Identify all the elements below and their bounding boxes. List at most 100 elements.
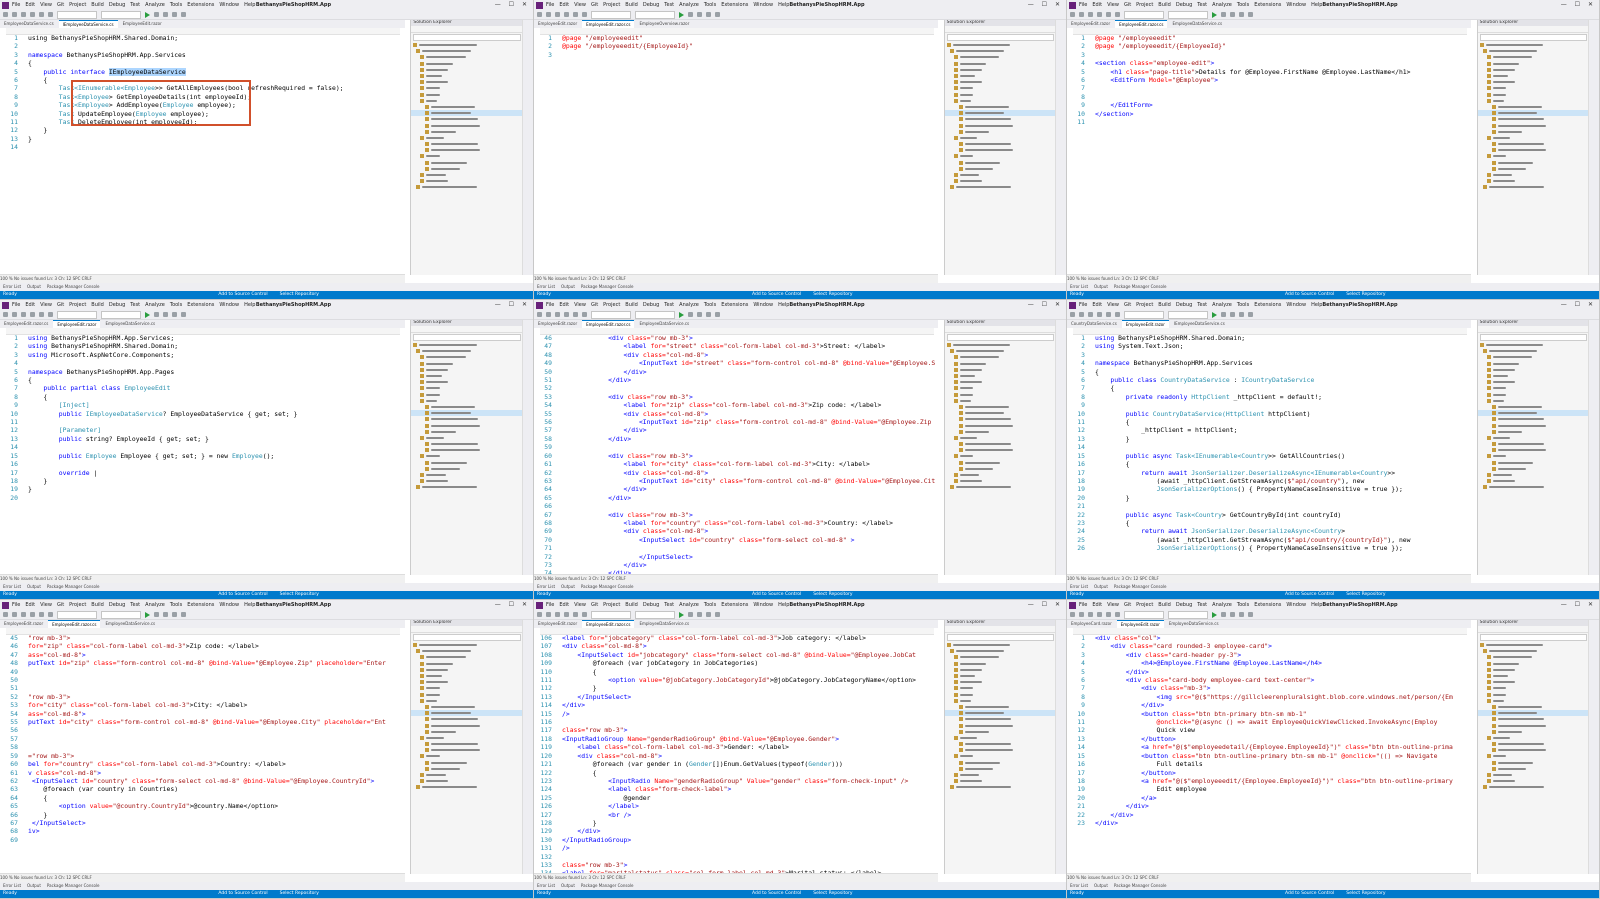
menu-build[interactable]: Build [625,602,638,608]
output-tab[interactable]: Error List [1070,584,1088,589]
select-repository[interactable]: Select Repository [1346,592,1385,597]
solution-explorer-search[interactable] [1479,634,1587,641]
menu-build[interactable]: Build [91,602,104,608]
select-repository[interactable]: Select Repository [280,592,319,597]
menu-build[interactable]: Build [1158,602,1171,608]
menu-git[interactable]: Git [591,2,598,8]
output-tab[interactable]: Error List [3,284,21,289]
toolbar-button-icon[interactable] [1248,612,1253,617]
menu-help[interactable]: Help [244,2,255,8]
toolbar-button-icon[interactable] [48,12,53,17]
menu-window[interactable]: Window [1286,602,1306,608]
menu-analyze[interactable]: Analyze [145,2,165,8]
platform-combo[interactable] [635,610,675,619]
menu-test[interactable]: Test [1197,2,1207,8]
toolbar-button-icon[interactable] [546,12,551,17]
side-tool-strip[interactable] [1055,320,1066,575]
config-combo[interactable] [591,10,631,19]
toolbar-button-icon[interactable] [21,612,26,617]
tab-employeeedit-razor[interactable]: EmployeeEdit.razor [534,620,581,628]
menu-git[interactable]: Git [57,302,64,308]
menu-window[interactable]: Window [1286,302,1306,308]
solution-explorer-toolbar[interactable] [1477,327,1589,333]
menu-view[interactable]: View [574,602,586,608]
code-editor[interactable]: 1 @page "/employeeedit" 2 @page "/employeee… [536,34,935,275]
toolbar-button-icon[interactable] [39,312,44,317]
tab-employeeoverview-razor[interactable]: EmployeeOverview.razor [635,20,693,28]
toolbar-button-icon[interactable] [1070,12,1075,17]
run-icon[interactable] [145,311,150,318]
menu-file[interactable]: File [1079,302,1087,308]
solution-explorer-search[interactable] [946,34,1054,41]
toolbar-button-icon[interactable] [1070,312,1075,317]
side-tool-strip[interactable] [1055,620,1066,874]
menu-debug[interactable]: Debug [643,302,659,308]
config-combo[interactable] [1124,610,1164,619]
code-editor[interactable]: 1 using BethanysPieShopHRM.Shared.Domain;… [1069,334,1468,575]
menu-window[interactable]: Window [753,602,773,608]
toolbar-button-icon[interactable] [537,612,542,617]
add-to-source-control[interactable]: Add to Source Control [752,292,801,297]
menu-help[interactable]: Help [1311,302,1322,308]
menu-analyze[interactable]: Analyze [679,2,699,8]
tab-employeeedit-razor-cs[interactable]: EmployeeEdit.razor.cs [582,320,635,328]
config-combo[interactable] [57,10,97,19]
menu-extensions[interactable]: Extensions [721,602,748,608]
toolbar-button-icon[interactable] [555,612,560,617]
toolbar-button-icon[interactable] [181,12,186,17]
menu-build[interactable]: Build [625,302,638,308]
toolbar-button-icon[interactable] [154,312,159,317]
zoom-level[interactable]: 100 % [1067,576,1080,581]
toolbar-button-icon[interactable] [715,612,720,617]
menu-window[interactable]: Window [753,2,773,8]
menu-debug[interactable]: Debug [109,2,125,8]
menu-test[interactable]: Test [1197,302,1207,308]
menu-test[interactable]: Test [130,2,140,8]
menu-build[interactable]: Build [625,2,638,8]
run-icon[interactable] [145,11,150,18]
add-to-source-control[interactable]: Add to Source Control [1285,891,1334,896]
toolbar-button-icon[interactable] [39,612,44,617]
toolbar-button-icon[interactable] [1239,612,1244,617]
output-tab[interactable]: Error List [537,284,555,289]
toolbar-button-icon[interactable] [3,612,8,617]
tab-employeeedit-razor[interactable]: EmployeeEdit.razor [0,620,47,628]
run-icon[interactable] [145,611,150,618]
window-controls-icon[interactable]: — ☐ ✕ [1561,300,1596,310]
solution-explorer-search[interactable] [413,334,521,341]
code-editor[interactable]: 45 "row mb-3"> 46 for="zip" class="col-form… [2,634,402,874]
run-icon[interactable] [1212,11,1217,18]
menu-analyze[interactable]: Analyze [145,302,165,308]
select-repository[interactable]: Select Repository [1346,292,1385,297]
menu-edit[interactable]: Edit [559,2,569,8]
window-controls-icon[interactable]: — ☐ ✕ [1028,300,1063,310]
toolbar-button-icon[interactable] [163,312,168,317]
toolbar-button-icon[interactable] [1115,312,1120,317]
toolbar-button-icon[interactable] [12,612,17,617]
output-tab[interactable]: Output [1094,584,1108,589]
toolbar-button-icon[interactable] [1079,12,1084,17]
menu-window[interactable]: Window [753,302,773,308]
code-editor[interactable]: 46 <div class="row mb-3"> 47 <label for="… [536,334,935,575]
solution-explorer-search[interactable] [1479,334,1587,341]
zoom-level[interactable]: 100 % [1067,276,1080,281]
menu-file[interactable]: File [546,2,554,8]
toolbar-button-icon[interactable] [1079,312,1084,317]
toolbar-button-icon[interactable] [1239,12,1244,17]
tab-employeedataservice-cs[interactable]: EmployeeDataService.cs [635,320,693,328]
zoom-level[interactable]: 100 % [0,276,13,281]
window-controls-icon[interactable]: — ☐ ✕ [1561,600,1596,610]
output-tab[interactable]: Package Manager Console [47,284,100,289]
menu-git[interactable]: Git [1124,302,1131,308]
menu-file[interactable]: File [12,2,20,8]
toolbar-button-icon[interactable] [706,612,711,617]
menu-extensions[interactable]: Extensions [1254,602,1281,608]
toolbar-button-icon[interactable] [1097,612,1102,617]
toolbar-button-icon[interactable] [1221,612,1226,617]
tab-employeeedit-razor[interactable]: EmployeeEdit.razor [534,320,581,328]
toolbar-button-icon[interactable] [546,612,551,617]
select-repository[interactable]: Select Repository [813,592,852,597]
menu-project[interactable]: Project [1136,2,1153,8]
tree-item[interactable] [411,784,523,790]
menu-extensions[interactable]: Extensions [1254,2,1281,8]
